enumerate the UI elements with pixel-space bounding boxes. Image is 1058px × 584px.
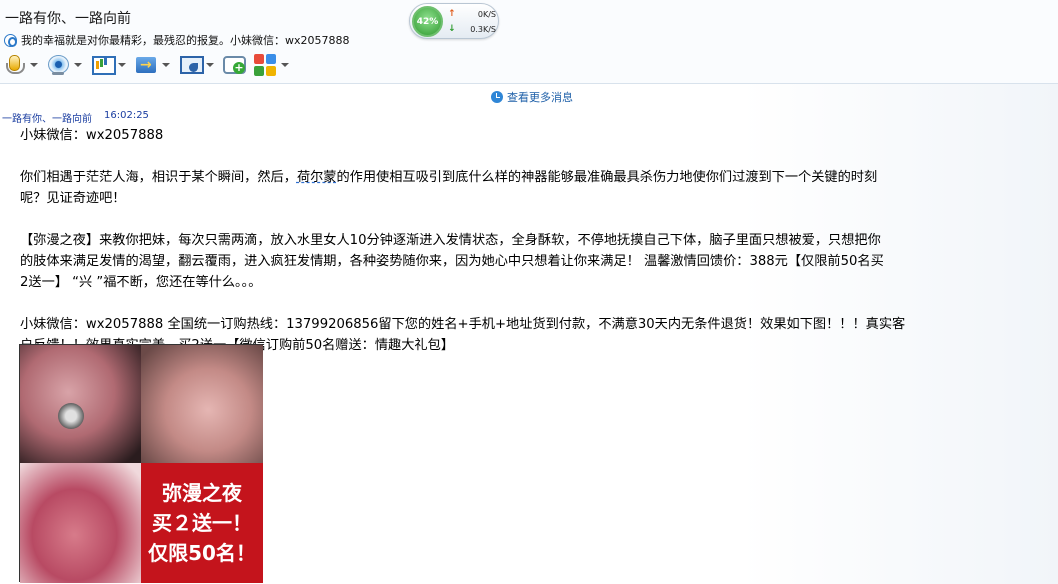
upload-arrow-icon: ↑ [448, 9, 456, 19]
image-panel [20, 463, 141, 583]
download-rate: ↓ 0.3K/S [448, 24, 496, 34]
keyword-link[interactable]: 荷尔蒙 [297, 170, 337, 185]
chevron-down-icon[interactable] [30, 63, 38, 67]
screen-share-icon [91, 54, 116, 76]
image-text-line: 弥漫之夜 [162, 481, 242, 505]
message-time: 16:02:25 [104, 110, 149, 121]
remote-desktop-icon [179, 54, 204, 76]
image-panel [141, 345, 263, 463]
contact-signature: 我的幸福就是对你最精彩，最残忍的报复。小妹微信：wx2057888 [4, 32, 350, 48]
upload-rate: ↑ 0K/S [448, 9, 496, 19]
message-image[interactable]: 弥漫之夜 买２送一！ 仅限50名！ [19, 344, 263, 583]
lighter-shape [58, 403, 84, 429]
chevron-down-icon[interactable] [74, 63, 82, 67]
message-line: 小妹微信：wx2057888 全国统一订购热线：13799206856留下您的姓… [20, 317, 906, 332]
image-text-line: 仅限50名！ [148, 541, 256, 565]
network-speed-widget[interactable]: 42% ↑ 0K/S ↓ 0.3K/S [409, 3, 499, 39]
apps-icon [254, 54, 276, 76]
chevron-down-icon[interactable] [281, 63, 289, 67]
message-line: 2送一】 “兴 ”福不断，您还在等什么。。。 [20, 275, 262, 290]
image-text-line: 买２送一！ [152, 511, 252, 535]
apps-tile [254, 66, 264, 76]
view-more-label[interactable]: 查看更多消息 [507, 89, 573, 105]
message-line: 你们相遇于茫茫人海，相识于某个瞬间，然后，荷尔蒙的作用使相互吸引到底什么样的神器… [20, 170, 878, 185]
apps-tile [266, 54, 276, 64]
message-line: 的肢体来满足发情的渴望，翻云覆雨，进入疯狂发情期，各种姿势随你来，因为她心中只想… [20, 254, 884, 269]
chevron-down-icon[interactable] [206, 63, 214, 67]
download-rate-value: 0.3K/S [470, 24, 496, 34]
apps-tile [254, 54, 264, 64]
history-clock-icon [491, 91, 503, 103]
create-group-chat-button[interactable] [223, 52, 246, 78]
view-more-messages-link[interactable]: 查看更多消息 [491, 89, 573, 105]
apps-tile [266, 66, 276, 76]
message-line: 小妹微信：wx2057888 [20, 128, 164, 143]
screen-share-button[interactable] [91, 52, 126, 78]
apps-button[interactable] [254, 52, 289, 78]
image-text-panel: 弥漫之夜 买２送一！ 仅限50名！ [141, 463, 263, 583]
download-arrow-icon: ↓ [448, 24, 456, 34]
voice-call-button[interactable] [3, 52, 38, 78]
add-chat-icon [223, 54, 246, 76]
file-transfer-button[interactable] [135, 52, 170, 78]
remote-desktop-button[interactable] [179, 52, 214, 78]
video-call-button[interactable] [47, 52, 82, 78]
chat-header: 一路有你、一路向前 我的幸福就是对你最精彩，最残忍的报复。小妹微信：wx2057… [0, 0, 1058, 84]
upload-rate-value: 0K/S [477, 9, 496, 19]
chevron-down-icon[interactable] [118, 63, 126, 67]
chevron-down-icon[interactable] [162, 63, 170, 67]
message-sender[interactable]: 一路有你、一路向前 [2, 110, 92, 125]
signature-icon [4, 33, 17, 47]
message-body: 小妹微信：wx2057888 你们相遇于茫茫人海，相识于某个瞬间，然后，荷尔蒙的… [20, 125, 1058, 356]
contact-name: 一路有你、一路向前 [5, 11, 131, 27]
message-header: 一路有你、一路向前 16:02:25 [2, 110, 149, 125]
signature-text: 我的幸福就是对你最精彩，最残忍的报复。小妹微信：wx2057888 [21, 34, 350, 47]
chat-toolbar [3, 52, 298, 78]
network-gauge: 42% [412, 6, 443, 37]
image-panel [20, 345, 141, 463]
microphone-icon [3, 54, 25, 76]
message-line: 呢？见证奇迹吧！ [20, 191, 126, 206]
message-line: 【弥漫之夜】来教你把妹，每次只需两滴，放入水里女人10分钟逐渐进入发情状态，全身… [20, 233, 881, 248]
webcam-icon [47, 54, 69, 76]
file-transfer-icon [135, 54, 157, 76]
